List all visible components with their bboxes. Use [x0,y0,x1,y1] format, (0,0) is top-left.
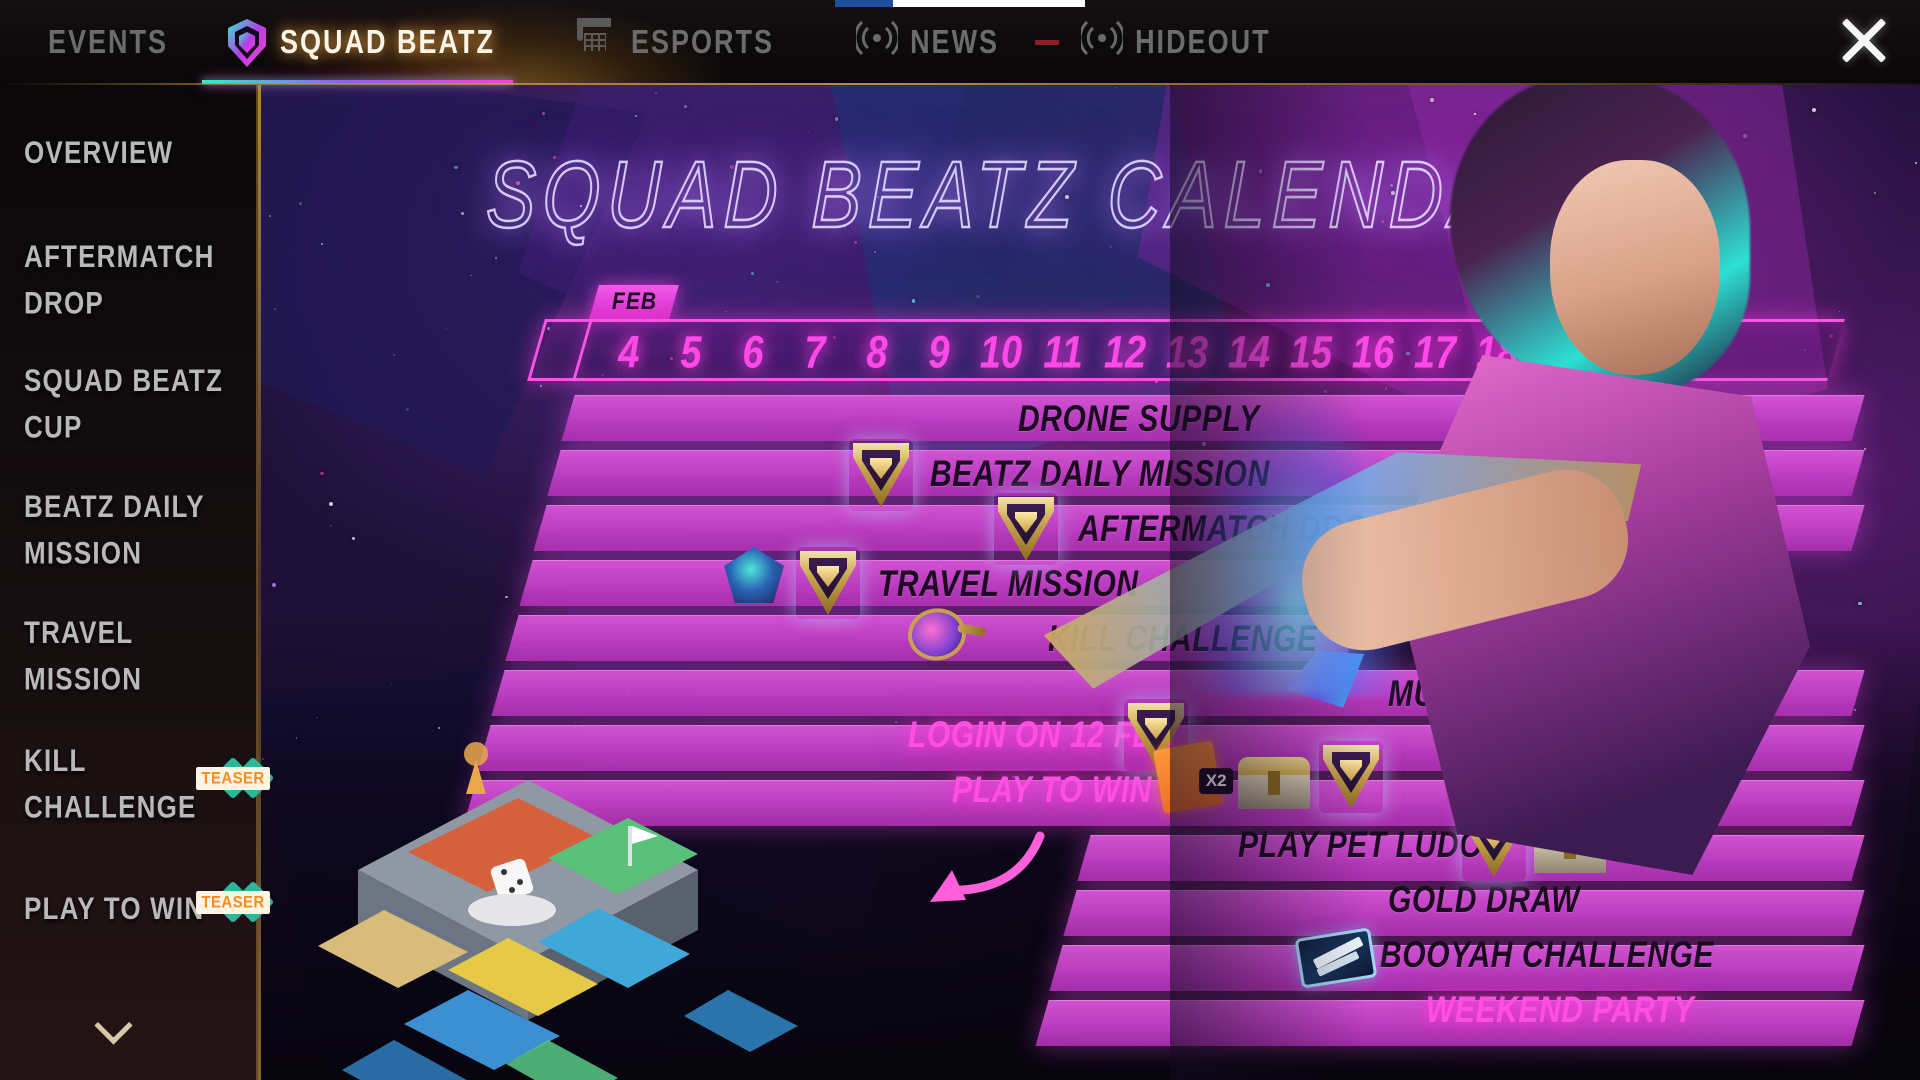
calendar-icon [577,21,617,65]
date-cell[interactable]: 14 [1218,327,1280,379]
sidebar-item-travel-mission[interactable]: TRAVEL MISSION [24,609,234,685]
sidebar-item-overview[interactable]: OVERVIEW [24,129,234,167]
date-list: 4 5 6 7 8 9 10 11 12 13 14 15 16 17 18 1… [589,322,1661,384]
sidebar-item-label: BEATZ DAILY MISSION [24,483,234,576]
date-cell[interactable]: 9 [908,327,970,379]
nav-item-events[interactable]: EVENTS [0,0,194,85]
teaser-badge-label: TEASER [196,890,269,913]
event-content-stage: SQUAD BEATZ CALENDAR FEB 4 5 6 7 8 9 10 … [258,85,1920,1080]
date-cell[interactable]: 13 [1156,327,1218,379]
sidebar-item-beatz-daily-mission[interactable]: BEATZ DAILY MISSION [24,483,234,559]
nav-item-label: ESPORTS [631,24,774,62]
nav-item-list: EVENTS SQUAD BEATZ ESPORTS NEWS HIDEOUT [0,0,1297,85]
nav-item-label: EVENTS [48,24,168,62]
date-cell[interactable]: 7 [784,327,846,379]
calendar-event-label: GOLD DRAW [1388,880,1580,921]
date-cell[interactable]: 10 [970,327,1032,379]
nav-item-label: NEWS [910,24,999,62]
calendar-event-label: DRONE SUPPLY [1018,399,1260,440]
nav-item-label: SQUAD BEATZ [280,24,495,62]
date-cell[interactable]: 19 [1528,327,1590,379]
badge-icon [1466,813,1522,877]
teaser-badge-play-to-win: TEASER [200,885,266,919]
calendar-event-label: BEATZ DAILY MISSION [930,454,1270,495]
date-cell[interactable]: 16 [1342,327,1404,379]
date-cell[interactable]: 17 [1404,327,1466,379]
date-cell[interactable]: 15 [1280,327,1342,379]
sidebar-item-label: SQUAD BEATZ CUP [24,357,234,450]
calendar-event-label: MUSIC PROJECT [1388,674,1643,715]
drone-icon [724,547,784,603]
sidebar-item-squad-beatz-cup[interactable]: SQUAD BEATZ CUP [24,357,234,433]
close-icon[interactable] [1830,6,1898,74]
date-cell[interactable]: 4 [598,327,660,379]
calendar-event-label: PLAY TO WIN [952,770,1152,811]
chevron-down-icon[interactable] [94,1010,136,1036]
broadcast-icon [856,21,896,65]
date-cell[interactable]: 11 [1032,327,1094,379]
calendar-event-label: WEEKEND PARTY [1426,990,1694,1031]
badge-icon [228,19,266,67]
sidebar-item-aftermatch-drop[interactable]: AFTERMATCH DROP [24,233,234,309]
nav-item-news[interactable]: NEWS [800,0,1025,85]
teaser-badge-kill-challenge: TEASER [200,761,266,795]
month-tag: FEB [589,285,679,319]
stage-divider [258,85,261,1080]
chest-icon [1534,821,1606,873]
teaser-badge-label: TEASER [196,766,269,789]
ludo-board-artwork [258,700,818,1080]
chest-icon [1238,757,1310,809]
page-title: SQUAD BEATZ CALENDAR [405,140,1648,249]
badge-icon [1323,745,1379,809]
nav-item-squad-beatz[interactable]: SQUAD BEATZ [194,0,521,85]
nav-item-hideout[interactable]: HIDEOUT [1025,0,1297,85]
date-cell[interactable]: 5 [660,327,722,379]
date-cell[interactable]: 18 [1466,327,1528,379]
broadcast-icon [1081,21,1121,65]
ticket-x2-icon: X2 [1153,740,1223,813]
calendar-date-header: 4 5 6 7 8 9 10 11 12 13 14 15 16 17 18 1… [527,319,1845,381]
sidebar-item-label: AFTERMATCH DROP [24,233,234,326]
calendar-event-label: TRAVEL MISSION [878,564,1139,605]
pan-icon [905,602,990,666]
nav-item-esports[interactable]: ESPORTS [521,0,800,85]
calendar-event-label: BOOYAH CHALLENGE [1380,935,1714,976]
nav-active-underline [202,80,513,84]
date-cell[interactable]: 6 [722,327,784,379]
ticket-multiplier-label: X2 [1199,768,1233,794]
badge-icon [998,497,1054,561]
date-cell[interactable]: 20 [1590,327,1652,379]
sidebar-item-label: TRAVEL MISSION [24,609,234,702]
event-sidebar: OVERVIEW AFTERMATCH DROP SQUAD BEATZ CUP… [0,85,258,1080]
calendar-event-label: KILL CHALLENGE [1048,619,1318,660]
date-cell[interactable]: 8 [846,327,908,379]
nav-item-label: HIDEOUT [1135,24,1271,62]
calendar-event-label: PLAY PET LUDO [1238,825,1483,866]
sidebar-item-label: OVERVIEW [24,129,234,175]
badge-icon [853,443,909,507]
free-fire-event-screen: EVENTS SQUAD BEATZ ESPORTS NEWS HIDEOUT … [0,0,1920,1080]
calendar-event-label: AFTERMATCH DROP [1078,509,1388,550]
date-cell[interactable]: 12 [1094,327,1156,379]
month-label: FEB [612,288,657,316]
pointer-arrow-icon [918,830,1048,910]
badge-icon [800,551,856,615]
top-navigation-bar: EVENTS SQUAD BEATZ ESPORTS NEWS HIDEOUT [0,0,1920,85]
